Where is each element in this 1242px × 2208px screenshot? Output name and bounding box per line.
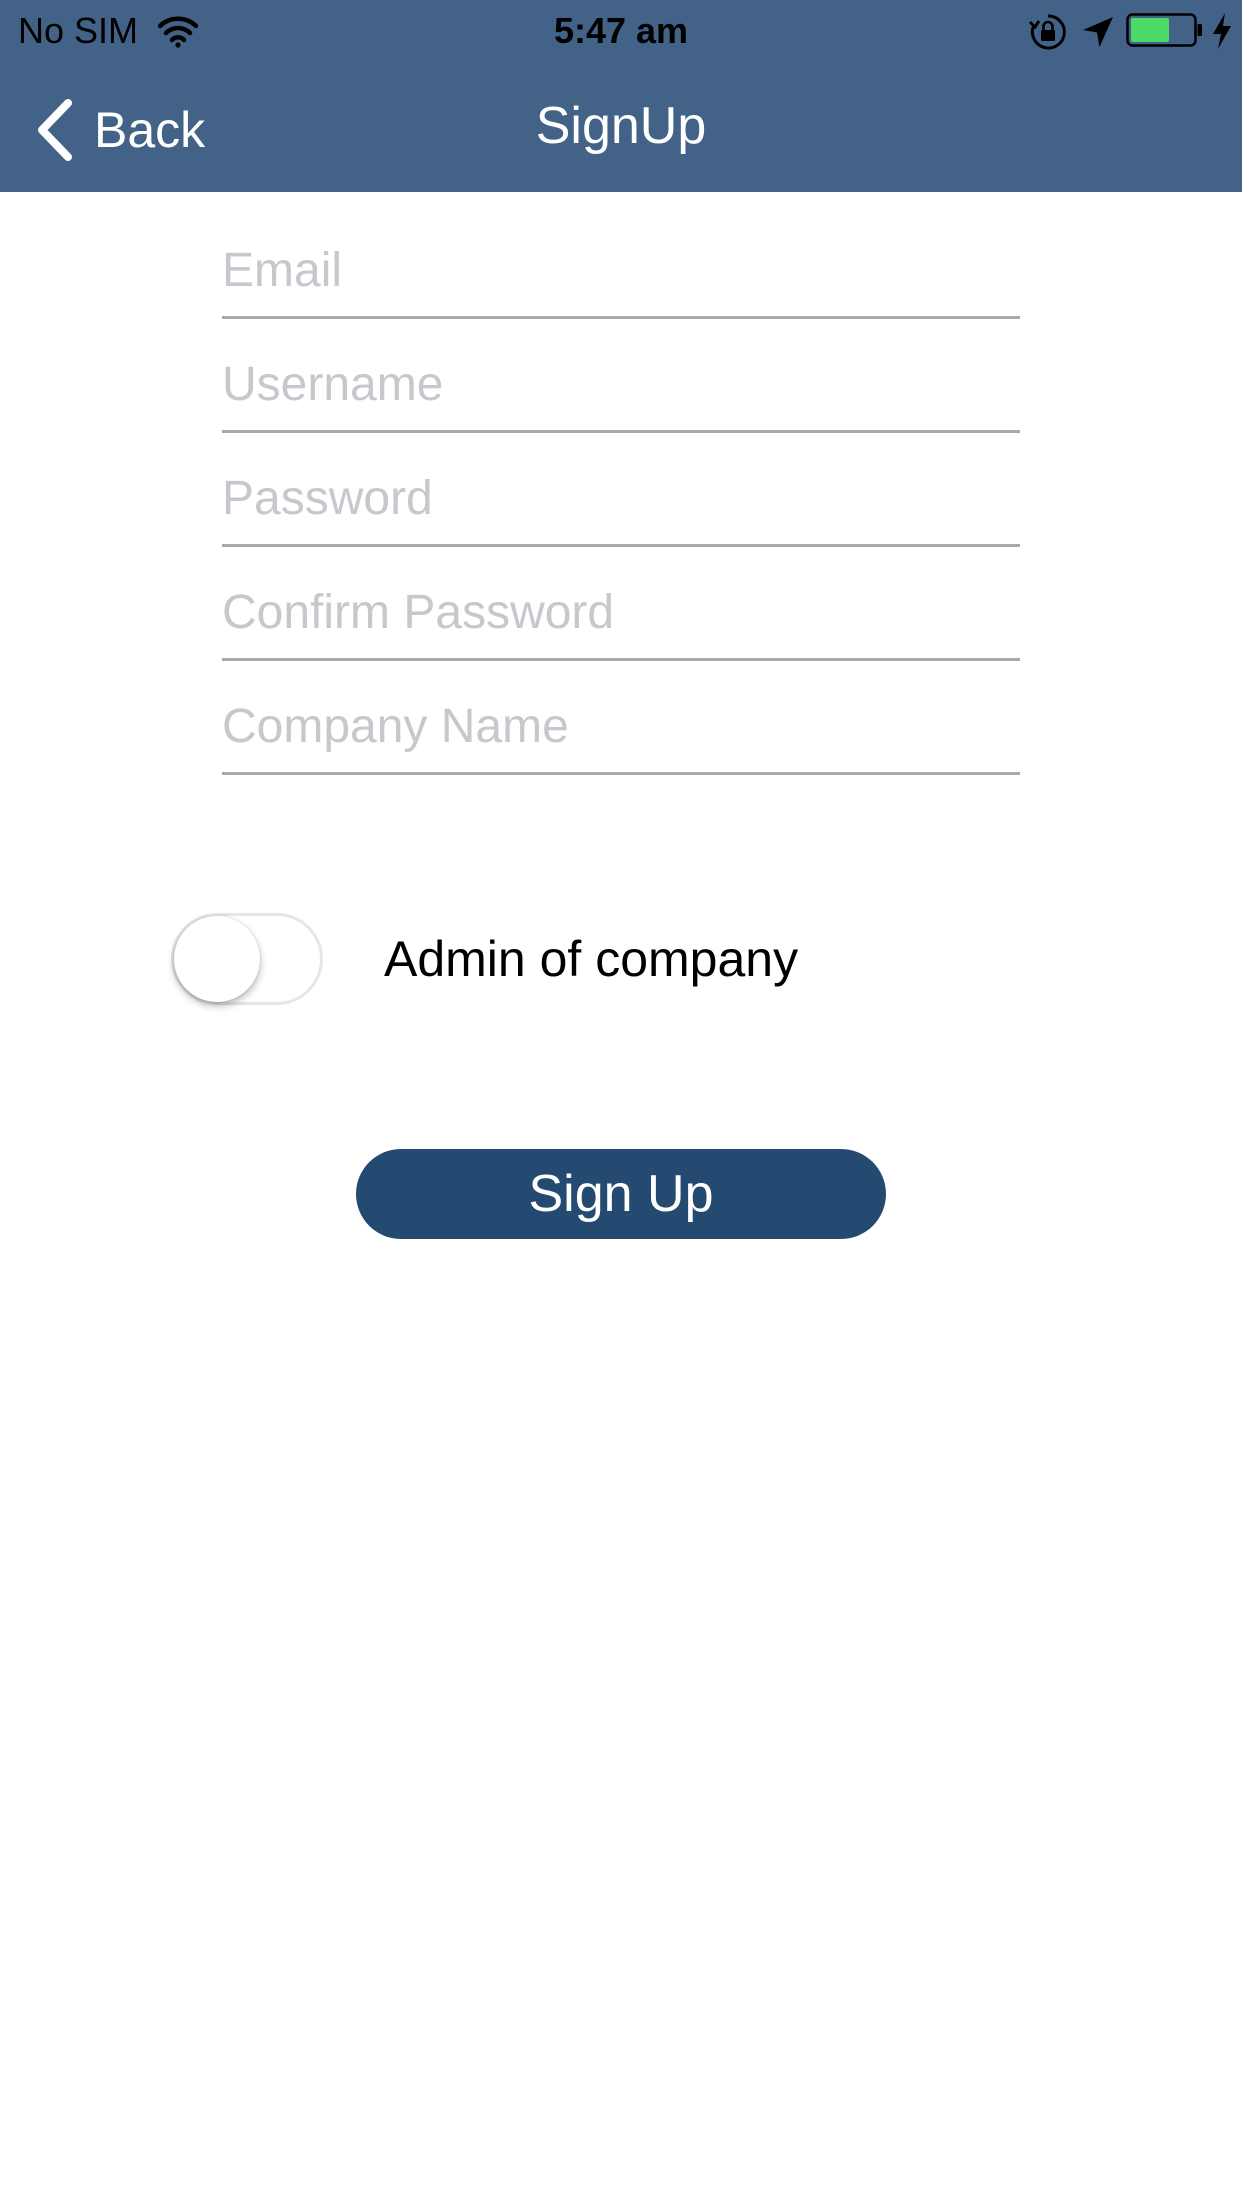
charging-bolt-icon	[1213, 13, 1231, 49]
password-field[interactable]	[222, 452, 1020, 544]
password-field-container	[222, 452, 1020, 547]
battery-icon	[1126, 13, 1202, 47]
company-name-field-container	[222, 680, 1020, 775]
email-field[interactable]	[222, 224, 1020, 316]
toggle-knob	[174, 916, 260, 1002]
company-name-field[interactable]	[222, 680, 1020, 772]
username-field[interactable]	[222, 338, 1020, 430]
status-bar: No SIM 5:47 am	[0, 0, 1242, 60]
top-bar: No SIM 5:47 am Back SignUp	[0, 0, 1242, 192]
admin-toggle-label: Admin of company	[384, 931, 799, 987]
admin-toggle[interactable]	[171, 913, 323, 1005]
confirm-password-field-container	[222, 566, 1020, 661]
sign-up-button[interactable]: Sign Up	[356, 1149, 886, 1239]
chevron-left-icon	[38, 99, 72, 161]
email-field-container	[222, 224, 1020, 319]
back-label: Back	[94, 102, 206, 158]
navigation-bar: Back SignUp	[0, 60, 1242, 192]
location-arrow-icon	[1083, 17, 1113, 47]
confirm-password-field[interactable]	[222, 566, 1020, 658]
orientation-lock-icon	[1028, 14, 1066, 50]
username-field-container	[222, 338, 1020, 433]
back-button[interactable]: Back	[34, 94, 205, 166]
